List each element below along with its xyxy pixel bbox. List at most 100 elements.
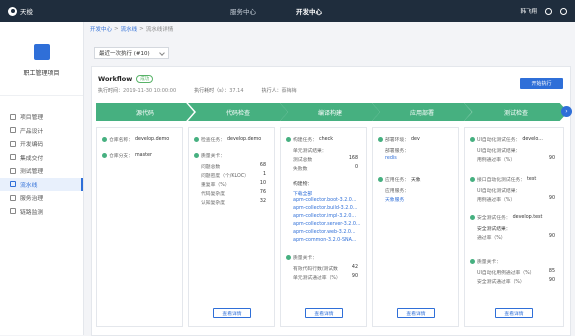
workflow-card: Workflow 成功 执行时间：2019-11-30 10:00:00 执行耗… [91, 66, 572, 336]
sec-task-row: 安全测试任务： develop.test [470, 214, 542, 221]
build-task-label: 构建任务： [293, 138, 317, 143]
sidebar-menu: 项目管理 产品设计 开发编码 集成交付 测试管理 流水线 服务治理 链路监测 [0, 96, 83, 218]
branch-label: 仓库分支： [109, 154, 133, 159]
test-column: UI自动化测试任务： develo... UI自动化测试结果： 用例通过率（%） 9… [464, 127, 564, 327]
build-gate-label: 质量关卡： [293, 256, 317, 261]
artifact-link[interactable]: apm-collector.build-3.2.0... [293, 206, 357, 211]
chart-icon [10, 208, 16, 215]
check-icon [286, 137, 291, 142]
ui-task-row: UI自动化测试任务： develo... [470, 136, 543, 143]
run-button[interactable]: 开始执行 [520, 78, 563, 89]
gate-metric-label: 单元测试通过率（%） [293, 276, 341, 281]
check-gate-row: 质量关卡： [194, 152, 225, 159]
run-selector[interactable]: 最近一次执行 (#10) [94, 47, 169, 59]
api-result-label: UI自动化测试结果： [477, 189, 521, 194]
sec-result-label: 安全测试结果： [477, 227, 511, 232]
ut-metric-value: 168 [348, 156, 358, 161]
check-detail-button[interactable]: 查看详情 [213, 308, 251, 318]
artifact-link[interactable]: apm-collector.impl-3.2.0... [293, 214, 356, 219]
artifact-link[interactable]: apm-collector.web-3.2.0... [293, 230, 356, 235]
sidebar-item-governance[interactable]: 服务治理 [0, 191, 83, 205]
build-detail-button[interactable]: 查看详情 [305, 308, 343, 318]
metric-label: 重复率（%） [201, 183, 230, 188]
nav-service-center[interactable]: 服务中心 [230, 6, 256, 16]
sidebar-item-label: 流水线 [20, 182, 38, 189]
sidebar-item-test[interactable]: 测试管理 [0, 164, 83, 178]
api-task-value: test [526, 177, 537, 182]
api-rate-label: 用例通过率（%） [477, 198, 516, 203]
project-selector[interactable]: 职工管理项目 [0, 22, 83, 96]
artifact-link[interactable]: apm-collector.server-3.2.0... [293, 222, 360, 227]
sec-rate-value: 90 [548, 234, 555, 239]
folder-icon [10, 113, 16, 120]
logo-text: 天梭 [20, 8, 33, 16]
nav-dev-center[interactable]: 开发中心 [296, 6, 322, 16]
deploy-detail-button[interactable]: 查看详情 [397, 308, 435, 318]
top-navbar: 天梭 服务中心 开发中心 韩飞翔 [0, 0, 575, 22]
app-svc-link[interactable]: 天象服务 [385, 196, 404, 203]
stage-build[interactable]: 编译构建 [280, 103, 380, 121]
gate-metric-value: 85 [548, 269, 555, 274]
app-value: 天象 [411, 178, 421, 183]
crumb-pipeline[interactable]: 流水线 [121, 25, 138, 33]
start-time: 执行时间：2019-11-30 10:00:00 [98, 87, 176, 94]
check-task-label: 检查任务： [201, 138, 225, 143]
sidebar-item-code[interactable]: 开发编码 [0, 137, 83, 151]
metric-value: 32 [259, 199, 266, 204]
build-task-row: 构建任务： check [286, 136, 333, 143]
app-svc-label: 应用服务： [385, 189, 409, 194]
metric-label: 认知复杂度 [201, 201, 225, 206]
api-rate-value: 90 [548, 196, 555, 201]
sidebar-item-label: 服务治理 [20, 196, 44, 203]
ut-label: 单元测试结果： [293, 149, 327, 154]
deploy-column: 部署环境： dev 部署服务： redis 应用任务： 天象 应用服务： 天象服务 … [372, 127, 459, 327]
check-icon [378, 177, 383, 182]
repo-label: 仓库名称： [109, 138, 133, 143]
ut-metric-label: 失败数 [293, 167, 308, 172]
sidebar-item-pipeline[interactable]: 流水线 [0, 177, 83, 191]
check-icon [470, 177, 475, 182]
check-gate-label: 质量关卡： [201, 154, 225, 159]
artifact-link[interactable]: apm-common-3.2.0-SNA... [293, 238, 356, 243]
sidebar-item-delivery[interactable]: 集成交付 [0, 151, 83, 165]
gate-metric-value: 42 [351, 265, 358, 270]
sidebar-item-label: 链路监测 [20, 209, 44, 216]
stage-test[interactable]: 测试检查 [464, 103, 568, 121]
stage-check[interactable]: 代码检查 [188, 103, 288, 121]
download-all-link[interactable]: 下载全部 [293, 190, 312, 197]
gate-metric-label: 安全测试通过率（%） [477, 280, 525, 285]
api-task-label: 接口自动化测试任务： [477, 178, 525, 183]
test-gate-row: 质量关卡： [470, 258, 501, 265]
artifacts-label: 构建物： [293, 182, 313, 187]
sidebar-item-design[interactable]: 产品设计 [0, 124, 83, 138]
check-icon [194, 137, 199, 142]
workflow-meta: 执行时间：2019-11-30 10:00:00 执行耗时（s）：37.14 执… [98, 87, 297, 94]
artifact-link[interactable]: apm-collector.boot-3.2.0... [293, 198, 356, 203]
branch-value: master [135, 153, 152, 158]
source-column: 仓库名称： develop.demo 仓库分支： master [96, 127, 183, 327]
env-label: 部署环境： [385, 138, 409, 143]
app-logo[interactable]: 天梭 [8, 6, 198, 16]
start-time-value: 2019-11-30 10:00:00 [123, 88, 177, 94]
test-detail-button[interactable]: 查看详情 [495, 308, 533, 318]
sidebar-item-trace[interactable]: 链路监测 [0, 205, 83, 219]
ui-task-value: develo... [522, 137, 543, 142]
user-name[interactable]: 韩飞翔 [520, 7, 537, 15]
sec-rate-label: 通过率（%） [477, 236, 506, 241]
metric-value: 76 [259, 190, 266, 195]
check-icon [102, 153, 107, 158]
help-icon[interactable] [560, 7, 567, 15]
next-arrow-icon[interactable]: › [561, 106, 572, 117]
env-row: 部署环境： dev [378, 136, 420, 143]
check-icon [194, 153, 199, 158]
check-icon [470, 259, 475, 264]
check-icon [378, 137, 383, 142]
stage-source[interactable]: 源代码 [96, 103, 194, 121]
main-content: 开发中心 > 流水线 > 流水线详情 最近一次执行 (#10) Workflow 成… [84, 22, 575, 336]
bell-icon[interactable] [545, 7, 552, 15]
stage-deploy[interactable]: 应用部署 [372, 103, 472, 121]
sidebar-item-project[interactable]: 项目管理 [0, 110, 83, 124]
sidebar-item-label: 产品设计 [20, 128, 44, 135]
crumb-dev-center[interactable]: 开发中心 [90, 25, 112, 33]
deploy-svc-link[interactable]: redis [385, 156, 397, 161]
